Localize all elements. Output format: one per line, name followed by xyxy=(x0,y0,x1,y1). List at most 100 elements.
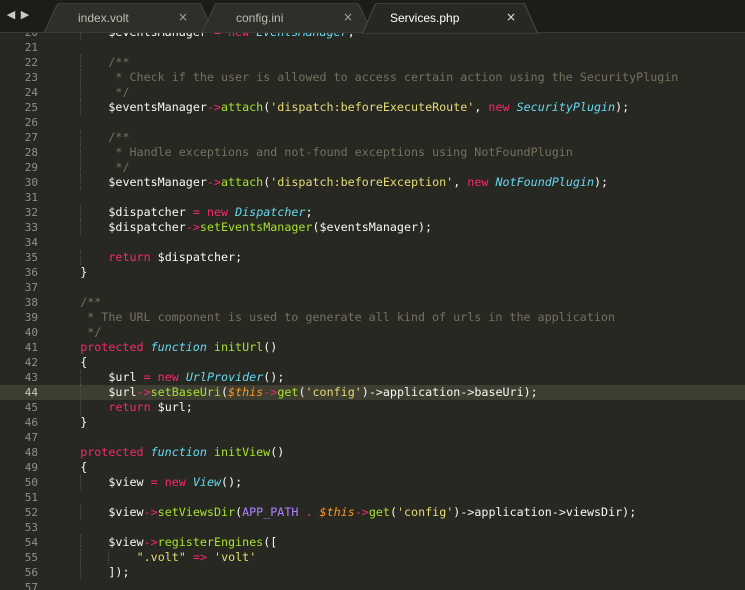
code-line[interactable]: 53 xyxy=(0,520,745,535)
code-token: $eventsManager xyxy=(108,100,207,114)
code-line[interactable]: 35 return $dispatcher; xyxy=(0,250,745,265)
code-line[interactable]: 39 * The URL component is used to genera… xyxy=(0,310,745,325)
code-token: View xyxy=(192,475,222,489)
code-line[interactable]: 42 { xyxy=(0,355,745,370)
line-number: 41 xyxy=(24,341,38,354)
indent-guide xyxy=(80,535,82,550)
code-line[interactable]: 38 /** xyxy=(0,295,745,310)
code-line[interactable]: 49 { xyxy=(0,460,745,475)
indent-guide xyxy=(80,250,82,265)
code-line[interactable]: 41 protected function initUrl() xyxy=(0,340,745,355)
code-line[interactable]: 52 $view->setViewsDir(APP_PATH . $this->g… xyxy=(0,505,745,520)
code-line[interactable]: 31 xyxy=(0,190,745,205)
code-line[interactable]: 48 protected function initView() xyxy=(0,445,745,460)
code-token: , xyxy=(453,175,468,189)
close-icon[interactable]: × xyxy=(504,9,518,25)
indent-guide xyxy=(80,565,82,580)
code-line[interactable]: 50 $view = new View(); xyxy=(0,475,745,490)
code-line[interactable]: 33 $dispatcher->setEventsManager($eventsM… xyxy=(0,220,745,235)
code-line[interactable]: 29 */ xyxy=(0,160,745,175)
code-token: protected xyxy=(80,445,144,459)
code-token: */ xyxy=(108,160,130,174)
code-line[interactable]: 47 xyxy=(0,430,745,445)
code-editor[interactable]: 20$eventsManager = new EventsManager;212… xyxy=(0,33,745,590)
close-icon[interactable]: × xyxy=(341,9,355,25)
code-line[interactable]: 26 xyxy=(0,115,745,130)
line-number: 25 xyxy=(24,101,38,114)
close-icon[interactable]: × xyxy=(176,9,190,25)
code-token: ( xyxy=(221,385,229,399)
tab-services-php[interactable]: Services.php × xyxy=(362,3,538,34)
code-line[interactable]: 40 */ xyxy=(0,325,745,340)
code-line[interactable]: 51 xyxy=(0,490,745,505)
tab-config-ini[interactable]: config.ini × xyxy=(202,3,372,33)
triangle-left-icon[interactable]: ◀ xyxy=(4,7,18,23)
line-number: 38 xyxy=(24,296,38,309)
code-text: */ xyxy=(108,85,129,100)
code-token: -> xyxy=(136,385,151,399)
code-text: * Check if the user is allowed to access… xyxy=(108,70,678,85)
code-line[interactable]: 56]); xyxy=(0,565,745,580)
code-token: = xyxy=(150,475,158,489)
tab-index-volt[interactable]: index.volt × xyxy=(44,3,214,33)
code-token: Dispatcher xyxy=(235,205,306,219)
indent-guide xyxy=(80,385,82,400)
code-text: } xyxy=(80,265,87,280)
code-token: function xyxy=(150,340,207,354)
code-text: $eventsManager->attach('dispatch:beforeE… xyxy=(108,175,608,190)
line-number: 35 xyxy=(24,251,38,264)
triangle-right-icon[interactable]: ▶ xyxy=(18,7,32,23)
code-token: () xyxy=(270,445,285,459)
line-number: 46 xyxy=(24,416,38,429)
line-number: 50 xyxy=(24,476,38,489)
code-line[interactable]: 25 $eventsManager->attach('dispatch:befor… xyxy=(0,100,745,115)
code-text: $view->setViewsDir(APP_PATH . $this->get… xyxy=(108,505,636,520)
code-token: ; xyxy=(305,205,313,219)
code-token: ; xyxy=(348,33,355,39)
code-line[interactable]: 36} xyxy=(0,265,745,280)
code-line[interactable]: 30 $eventsManager->attach('dispatch:befor… xyxy=(0,175,745,190)
code-line[interactable]: 22 /** xyxy=(0,55,745,70)
line-number: 20 xyxy=(0,33,38,40)
code-line[interactable]: 28 * Handle exceptions and not-found exc… xyxy=(0,145,745,160)
code-line[interactable]: 57 xyxy=(0,580,745,590)
code-text: return $dispatcher; xyxy=(108,250,242,265)
line-number: 30 xyxy=(24,176,38,189)
code-line[interactable]: 23 * Check if the user is allowed to acc… xyxy=(0,70,745,85)
indent-guide xyxy=(80,400,82,415)
code-token: $view xyxy=(108,535,144,549)
code-line[interactable]: 46} xyxy=(0,415,745,430)
code-token: )->application->baseUri); xyxy=(361,385,538,399)
line-number: 27 xyxy=(24,131,38,144)
code-token: get xyxy=(277,385,299,399)
code-text: protected function initView() xyxy=(80,445,284,460)
code-text: } xyxy=(80,415,87,430)
code-token: setEventsManager xyxy=(199,220,313,234)
code-line[interactable]: 34 xyxy=(0,235,745,250)
code-token: 'volt' xyxy=(214,550,257,564)
code-token: /** xyxy=(80,295,102,309)
code-line[interactable]: 21 xyxy=(0,40,745,55)
code-line[interactable]: 24 */ xyxy=(0,85,745,100)
code-token: ([ xyxy=(263,535,278,549)
indent-guide xyxy=(80,145,82,160)
line-number: 40 xyxy=(24,326,38,339)
code-line[interactable]: 55 ".volt" => 'volt' xyxy=(0,550,745,565)
line-number: 28 xyxy=(24,146,38,159)
code-line[interactable]: 27 /** xyxy=(0,130,745,145)
code-token: { xyxy=(80,355,88,369)
code-line[interactable]: 43 $url = new UrlProvider(); xyxy=(0,370,745,385)
code-line[interactable]: 44 $url->setBaseUri($this->get('config')-… xyxy=(0,385,745,400)
code-text: /** xyxy=(108,55,129,70)
indent-guide xyxy=(80,475,82,490)
code-line[interactable]: 20 $eventsManager = new EventsManager; xyxy=(0,33,745,40)
code-line[interactable]: 32 $dispatcher = new Dispatcher; xyxy=(0,205,745,220)
line-number: 32 xyxy=(24,206,38,219)
code-line[interactable]: 37 xyxy=(0,280,745,295)
code-line[interactable]: 54 $view->registerEngines([ xyxy=(0,535,745,550)
code-line[interactable]: 45 return $url; xyxy=(0,400,745,415)
code-text: ]); xyxy=(108,565,129,580)
